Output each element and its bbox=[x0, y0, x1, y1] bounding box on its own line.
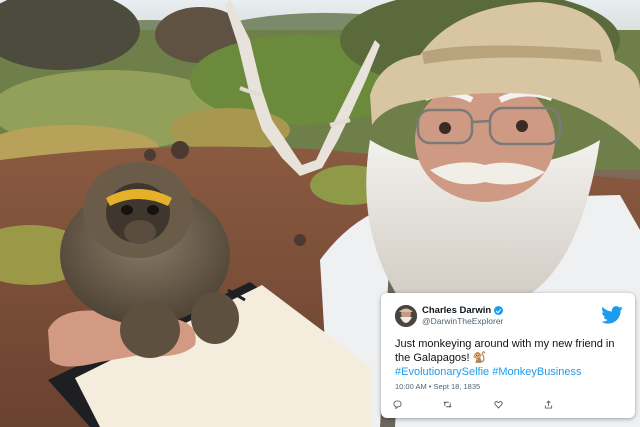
avatar[interactable] bbox=[395, 305, 417, 327]
verified-badge-icon bbox=[494, 306, 504, 315]
tweet-card: Charles Darwin @DarwinTheExplorer Just m… bbox=[381, 293, 635, 418]
tweet-text: Just monkeying around with my new friend… bbox=[395, 338, 615, 364]
tweet-hashtags[interactable]: #EvolutionarySelfie #MonkeyBusiness bbox=[395, 365, 623, 379]
tweet-header: Charles Darwin @DarwinTheExplorer bbox=[395, 303, 623, 329]
reply-icon[interactable] bbox=[393, 400, 402, 409]
tweet-timestamp[interactable]: 10:00 AM • Sept 18, 1835 bbox=[395, 382, 623, 391]
tweet-author-handle[interactable]: @DarwinTheExplorer bbox=[422, 316, 503, 327]
twitter-bird-icon bbox=[601, 306, 623, 324]
share-icon[interactable] bbox=[544, 400, 553, 409]
like-icon[interactable] bbox=[493, 400, 503, 409]
tweet-author-name[interactable]: Charles Darwin bbox=[422, 305, 491, 316]
tweet-actions bbox=[393, 400, 553, 409]
retweet-icon[interactable] bbox=[443, 400, 452, 409]
